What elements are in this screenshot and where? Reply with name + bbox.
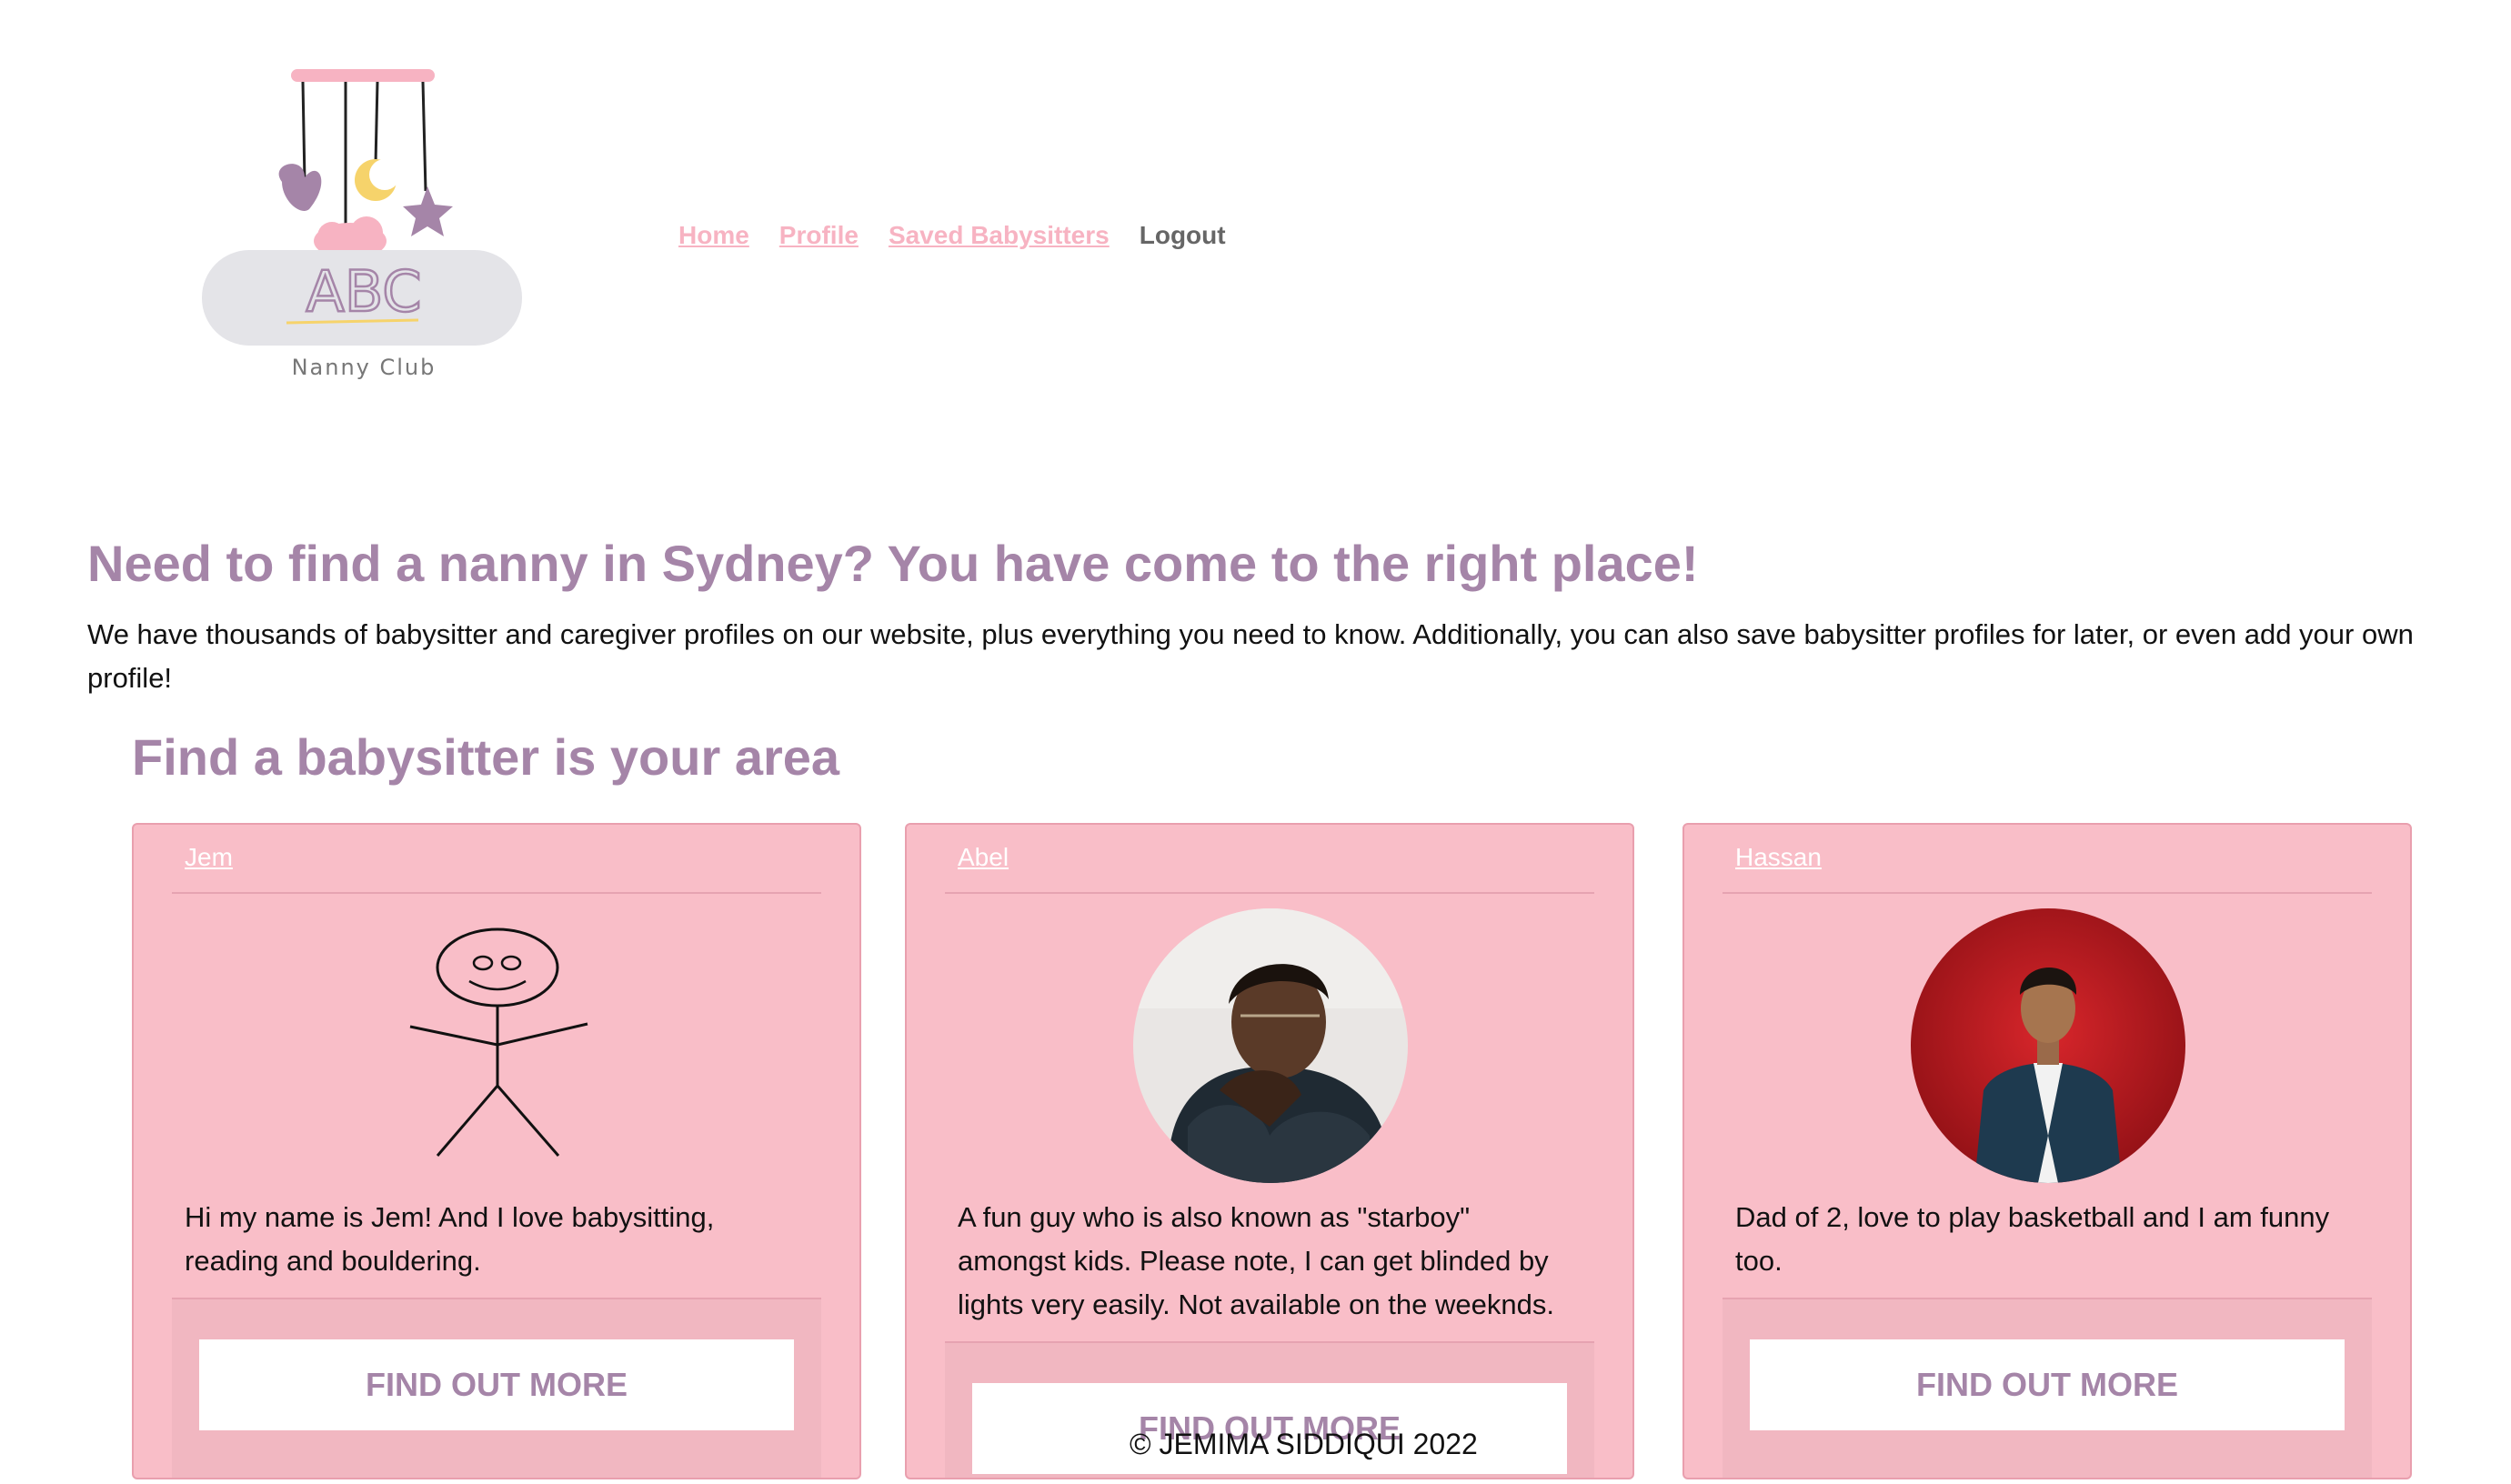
nav-profile-link[interactable]: Profile — [779, 221, 859, 250]
babysitter-bio: Hi my name is Jem! And I love babysittin… — [185, 1201, 715, 1277]
avatar-photo-hassan — [1911, 908, 2185, 1183]
find-out-more-button[interactable]: FIND OUT MORE — [1750, 1339, 2345, 1430]
avatar-photo-abel — [1133, 908, 1408, 1183]
intro-paragraph: We have thousands of babysitter and care… — [87, 618, 2414, 694]
babysitter-name-link[interactable]: Hassan — [1735, 843, 1822, 872]
find-out-more-button[interactable]: FIND OUT MORE — [199, 1339, 794, 1430]
babysitter-bio: A fun guy who is also known as "starboy"… — [958, 1201, 1554, 1320]
card-divider — [945, 892, 1594, 894]
babysitter-bio: Dad of 2, love to play basketball and I … — [1735, 1201, 2330, 1277]
nav-home-link[interactable]: Home — [678, 221, 749, 250]
card-footer: FIND OUT MORE — [172, 1298, 821, 1478]
avatar-stick-figure — [360, 908, 635, 1183]
stick-figure-icon — [409, 928, 588, 1157]
baby-mobile-logo-icon: ABC Nanny Club — [202, 69, 522, 380]
nav-logout-link[interactable]: Logout — [1140, 221, 1226, 250]
person-photo-icon — [1133, 908, 1408, 1183]
babysitter-card: Jem Hi my name is Jem! And I love babysi… — [132, 823, 861, 1479]
person-photo-icon — [1911, 908, 2185, 1183]
babysitter-name-link[interactable]: Abel — [958, 843, 1009, 872]
card-footer: FIND OUT MORE — [1723, 1298, 2372, 1478]
card-divider — [1723, 892, 2372, 894]
babysitter-card: Hassan Dad of 2, love to play basketball… — [1682, 823, 2412, 1479]
logo-abc-lettering: ABC — [306, 258, 421, 325]
page-title: Need to find a nanny in Sydney? You have… — [87, 535, 1699, 592]
babysitter-card: Abel A fun guy who is also known as "sta… — [905, 823, 1634, 1479]
nav-saved-babysitters-link[interactable]: Saved Babysitters — [889, 221, 1110, 250]
footer-copyright: © JEMIMA SIDDIQUI 2022 — [1130, 1428, 1478, 1460]
card-divider — [172, 892, 821, 894]
babysitter-name-link[interactable]: Jem — [185, 843, 233, 872]
logo-subtitle: Nanny Club — [292, 355, 437, 380]
main-nav: Home Profile Saved Babysitters Logout — [678, 221, 1226, 250]
section-title: Find a babysitter is your area — [132, 728, 840, 786]
site-logo[interactable]: ABC Nanny Club — [196, 64, 532, 391]
